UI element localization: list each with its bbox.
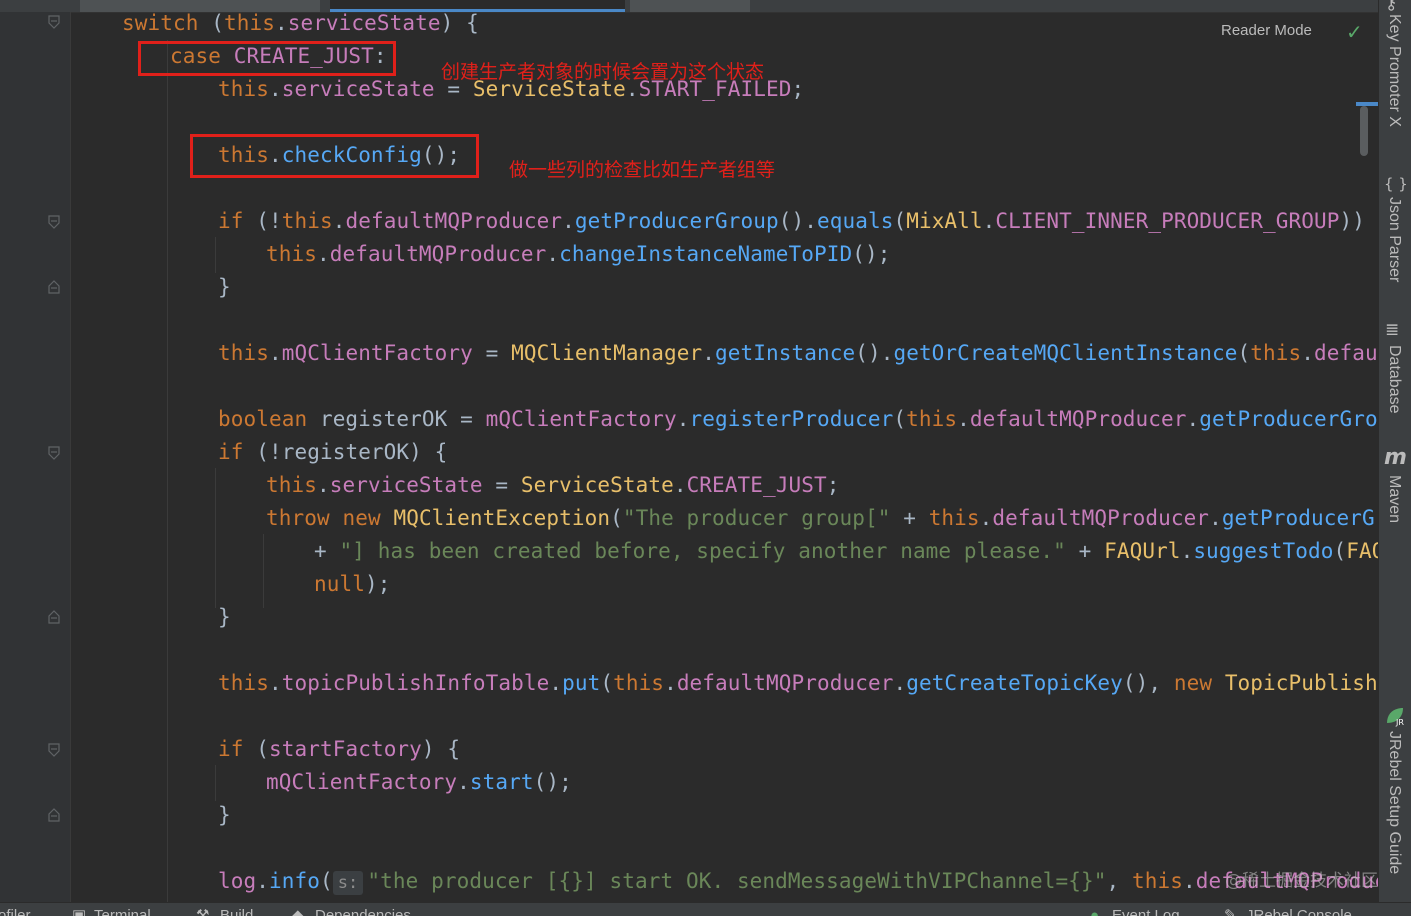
tool-event-log[interactable]: Event Log (1112, 903, 1180, 916)
tool-jrebel-console[interactable]: JRebel Console (1246, 903, 1352, 916)
code-line[interactable]: boolean registerOK = mQClientFactory.reg… (218, 403, 1378, 436)
braces-icon: { } (1384, 175, 1408, 193)
code-line[interactable]: if (!this.defaultMQProducer.getProducerG… (218, 205, 1378, 238)
highlight-box-case (138, 41, 396, 76)
svg-text:JR: JR (1395, 718, 1404, 727)
editor-tab-active[interactable] (330, 0, 625, 12)
tool-maven[interactable]: m Maven (1379, 445, 1411, 535)
fold-open-icon[interactable] (48, 446, 60, 460)
build-icon: ⚒ (196, 907, 210, 916)
right-tool-window-bar: ⚷ Key Promoter X { } Json Parser ≣ Datab… (1378, 0, 1411, 915)
tool-key-promoter-x[interactable]: ⚷ Key Promoter X (1379, 0, 1411, 150)
code-line[interactable]: } (218, 601, 231, 634)
reader-mode-button[interactable]: Reader Mode (1221, 22, 1312, 39)
indent-guide (167, 40, 168, 902)
tool-jrebel-setup-guide[interactable]: JR JRebel Setup Guide (1379, 705, 1411, 895)
fold-open-icon[interactable] (48, 15, 60, 29)
fold-open-icon[interactable] (48, 215, 60, 229)
code-line[interactable]: this.topicPublishInfoTable.put(this.defa… (218, 667, 1378, 700)
code-line[interactable]: + "] has been created before, specify an… (314, 535, 1378, 568)
dependencies-icon: ◆ (292, 907, 304, 916)
code-line[interactable]: log.info(s: "the producer [{}] start OK. … (218, 865, 1378, 898)
annotation-case-note: 创建生产者对象的时候会置为这个状态 (441, 61, 765, 83)
fold-close-icon[interactable] (48, 280, 60, 294)
code-line[interactable]: switch (this.serviceState) { (122, 12, 479, 40)
annotation-check-note: 做一些列的检查比如生产者组等 (509, 159, 776, 181)
parameter-hint: s: (332, 871, 364, 895)
jrebel-icon: JR (1387, 708, 1404, 727)
editor-tab[interactable] (630, 0, 750, 12)
scroll-position-marker (1356, 102, 1378, 106)
code-line[interactable]: if (startFactory) { (218, 733, 460, 766)
code-line[interactable]: } (218, 271, 231, 304)
code-line[interactable]: this.defaultMQProducer.changeInstanceNam… (266, 238, 890, 271)
tool-dependencies[interactable]: Dependencies (315, 903, 411, 916)
database-icon: ≣ (1385, 320, 1400, 340)
scrollbar-thumb[interactable] (1360, 106, 1368, 156)
code-line[interactable]: } (218, 799, 231, 832)
fold-close-icon[interactable] (48, 610, 60, 624)
code-line[interactable]: this.mQClientFactory = MQClientManager.g… (218, 337, 1378, 370)
inspection-ok-icon[interactable]: ✓ (1346, 20, 1363, 44)
code-line[interactable]: null); (314, 568, 390, 601)
code-line[interactable]: throw new MQClientException("The produce… (266, 502, 1378, 535)
highlight-box-checkconfig (190, 134, 479, 178)
indent-guide (263, 534, 264, 608)
watermark: @稀土掘金技术社区 (1225, 871, 1378, 891)
fold-close-icon[interactable] (48, 808, 60, 822)
tool-json-parser[interactable]: { } Json Parser (1379, 175, 1411, 305)
tool-database[interactable]: ≣ Database (1379, 318, 1411, 428)
editor-gutter (0, 12, 71, 902)
terminal-icon: ▣ (72, 907, 87, 916)
code-line[interactable]: if (!registerOK) { (218, 436, 447, 469)
editor-tab[interactable] (80, 0, 320, 12)
tool-terminal[interactable]: Terminal (94, 903, 151, 916)
indent-guide (215, 237, 216, 273)
bottom-tool-window-bar: ofiler ▣ Terminal ⚒ Build ◆ Dependencies… (0, 902, 1411, 916)
event-log-icon: ● (1090, 907, 1100, 916)
code-line[interactable]: this.serviceState = ServiceState.CREATE_… (266, 469, 840, 502)
maven-icon: m (1384, 445, 1407, 470)
indent-guide (215, 468, 216, 608)
indent-guide (215, 765, 216, 801)
jrebel-console-icon: ✎ (1224, 907, 1237, 916)
code-line[interactable]: mQClientFactory.start(); (266, 766, 572, 799)
key-icon: ⚷ (1385, 0, 1398, 14)
tool-profiler[interactable]: ofiler (0, 903, 31, 916)
fold-open-icon[interactable] (48, 743, 60, 757)
tool-build[interactable]: Build (220, 903, 253, 916)
